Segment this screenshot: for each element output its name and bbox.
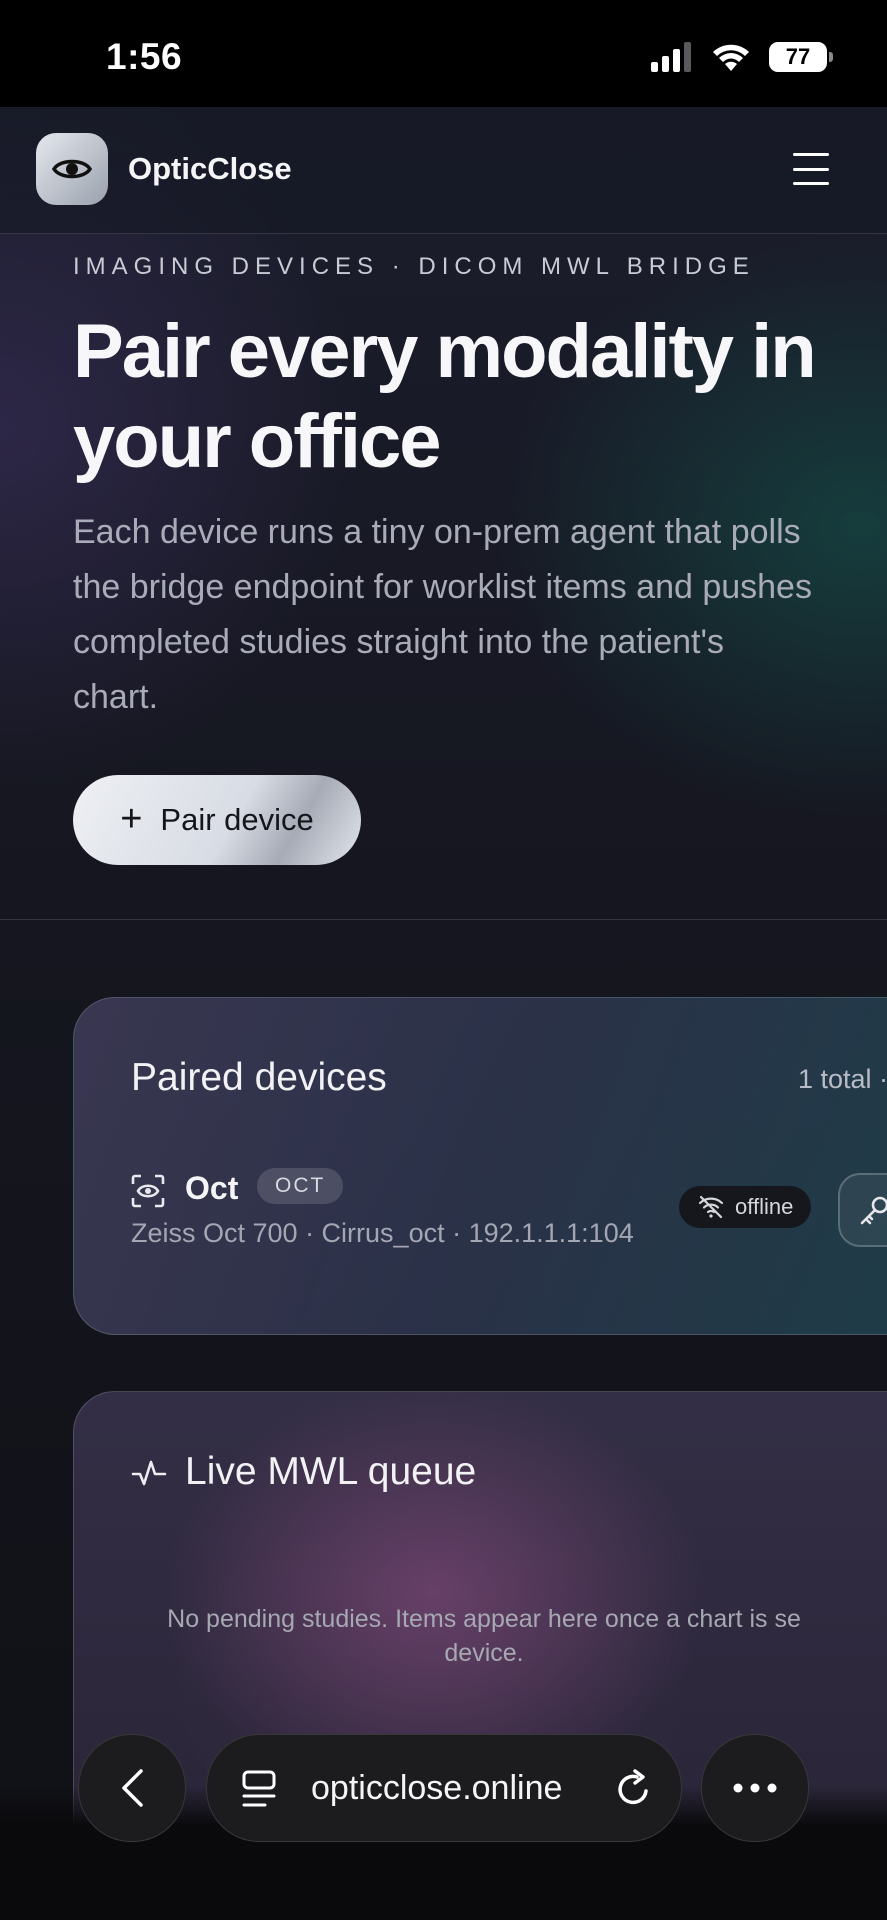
device-name: Oct <box>185 1170 239 1206</box>
eyebrow-label: IMAGING DEVICES · DICOM MWL BRIDGE <box>73 253 755 280</box>
more-button[interactable] <box>701 1734 809 1842</box>
queue-empty-state: No pending studies. Items appear here on… <box>167 1605 801 1667</box>
more-icon <box>733 1783 777 1793</box>
device-status-label: offline <box>735 1194 794 1219</box>
hero-description: Each device runs a tiny on-prem agent th… <box>73 513 812 716</box>
battery-icon: 77 <box>769 42 833 72</box>
site-header: OpticClose <box>0 107 887 234</box>
activity-icon <box>131 1460 167 1486</box>
eye-icon <box>52 159 92 179</box>
reload-icon[interactable] <box>615 1769 653 1809</box>
back-button[interactable] <box>78 1734 186 1842</box>
wifi-off-icon <box>698 1195 724 1219</box>
page: OpticClose IMAGING DEVICES · DICOM MWL B… <box>0 107 887 1920</box>
devices-total-count: 1 total · <box>798 1064 887 1094</box>
pair-device-label: Pair device <box>160 802 314 837</box>
pair-device-button[interactable]: + Pair device <box>73 775 361 865</box>
page-title: Pair every modality in your office <box>73 309 817 484</box>
key-icon <box>860 1196 887 1225</box>
logo[interactable] <box>36 133 108 205</box>
status-time: 1:56 <box>106 36 183 77</box>
status-icons: 77 <box>651 42 833 72</box>
section-divider <box>0 919 887 920</box>
device-details: Zeiss Oct 700 · Cirrus_oct · 192.1.1.1:1… <box>131 1218 634 1248</box>
reader-icon <box>242 1770 276 1807</box>
paired-devices-title: Paired devices <box>131 1056 387 1099</box>
brand-name[interactable]: OpticClose <box>128 151 292 187</box>
address-bar[interactable]: opticclose.online <box>206 1734 682 1842</box>
scan-eye-icon <box>131 1174 165 1208</box>
wifi-icon <box>713 44 749 71</box>
url-text: opticclose.online <box>311 1769 563 1807</box>
paired-devices-card: Paired devices 1 total · Oct OCT Zeiss O… <box>73 997 887 1335</box>
chevron-left-icon <box>122 1769 143 1807</box>
hamburger-icon[interactable] <box>793 153 829 185</box>
queue-title: Live MWL queue <box>185 1450 477 1493</box>
status-badge: offline <box>679 1186 812 1228</box>
cellular-signal-icon <box>651 42 691 72</box>
device-key-button[interactable] <box>838 1173 887 1247</box>
status-bar: 1:56 77 <box>0 0 887 107</box>
device-type-badge: OCT <box>257 1168 344 1204</box>
plus-icon: + <box>120 797 143 840</box>
